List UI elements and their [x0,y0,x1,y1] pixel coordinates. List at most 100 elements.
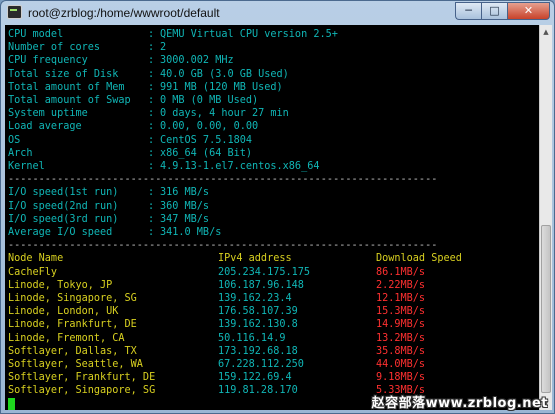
speed-table-row: Softlayer, Seattle, WA 67.228.112.250 44.0… [8,358,538,371]
info-value: x86_64 (64 Bit) [160,147,253,159]
minimize-button[interactable]: ─ [455,2,481,20]
colon-separator: : [148,200,155,212]
download-speed: 15.3MB/s [376,306,426,318]
colon-separator: : [148,187,155,199]
system_info-line: Total size of Disk:40.0 GB (3.0 GB Used) [8,68,538,81]
info-value: 4.9.13-1.el7.centos.x86_64 [160,161,320,172]
vertical-scrollbar[interactable]: ▲ ▼ [539,25,552,410]
window-title: root@zrblog:/home/wwwroot/default [28,6,220,20]
node-name: Softlayer, Seattle, WA [8,359,143,370]
colon-separator: : [148,121,155,133]
terminal-window: root@zrblog:/home/wwwroot/default ─ □ ✕ … [0,0,555,414]
system_info-line: OS: CentOS 7.5.1804 [8,134,538,147]
speed-table-row: Linode, Frankfurt, DE 139.162.130.8 14.9MB… [8,318,538,331]
system_info-line: Load average:0.00, 0.00, 0.00 [8,120,538,133]
ipv4-address: 176.58.107.39 [218,306,298,318]
node-name: Softlayer, Frankfurt, DE [8,372,156,384]
colon-separator: : [148,108,155,120]
node-name: CacheFly [8,266,58,278]
scrollbar-thumb[interactable] [541,225,551,393]
io_tests-line: I/O speed(2nd run):360 MB/s [8,200,538,213]
node-name: Linode, Singapore, SG [8,293,137,304]
info-label: I/O speed(2nd run) [8,200,119,212]
info-value: 3000.002 MHz [160,55,234,67]
system_info-line: Total amount of Swap:0 MB (0 MB Used) [8,94,538,107]
info-label: Kernel [8,161,45,172]
speed-table-header: Node Name IPv4 address Download Speed [8,252,538,265]
putty-terminal-icon [7,5,22,19]
ipv4-address: 173.192.68.18 [218,345,298,357]
info-label: I/O speed(1st run) [8,187,119,199]
header-node-name: Node Name [8,253,64,265]
info-label: I/O speed(3rd run) [8,213,119,225]
info-value: 0 days, 4 hour 27 min [160,108,289,120]
ipv4-address: 159.122.69.4 [218,372,292,384]
info-label: CPU frequency [8,55,88,67]
io_tests-line: I/O speed(1st run):316 MB/s [8,186,538,199]
system_info-line: Total amount of Mem:991 MB (120 MB Used) [8,81,538,94]
header-download-speed: Download Speed [376,253,462,265]
colon-separator: : [148,227,155,238]
info-value: 347 MB/s [160,213,210,225]
ipv4-address: 205.234.175.175 [218,266,311,278]
download-speed: 9.18MB/s [376,372,426,384]
info-value: 341.0 MB/s [160,227,222,238]
colon-separator: : [148,68,155,80]
download-speed: 13.2MB/s [376,332,426,344]
info-value: 991 MB (120 MB Used) [160,81,283,93]
io_tests-line: Average I/O speed:341.0 MB/s [8,226,538,239]
colon-separator: : [148,213,155,225]
speed-table-row: Softlayer, Dallas, TX 173.192.68.18 35.8MB… [8,345,538,358]
colon-separator: : [148,95,155,106]
colon-separator: : [148,161,155,172]
system_info-line: Kernel:4.9.13-1.el7.centos.x86_64 [8,160,538,173]
node-name: Softlayer, Singapore, SG [8,385,156,397]
separator-line: ----------------------------------------… [8,240,438,252]
system_info-line: CPU frequency:3000.002 MHz [8,54,538,67]
colon-separator: : [148,55,155,67]
download-speed: 12.1MB/s [376,293,426,304]
speed-table-row: Softlayer, Frankfurt, DE 159.122.69.4 9.18… [8,371,538,384]
info-value: CentOS 7.5.1804 [160,134,253,146]
info-value: 2 [160,42,167,54]
speed-table-row: Linode, Singapore, SG 139.162.23.4 12.1MB/… [8,292,538,305]
info-label: Total amount of Mem [8,81,125,93]
speed-table-row: Linode, Tokyo, JP 106.187.96.148 2.22MB/s [8,279,538,292]
watermark: 赵容部落www.zrblog.net [371,396,548,411]
node-name: Linode, Frankfurt, DE [8,319,137,331]
download-speed: 86.1MB/s [376,266,426,278]
title-bar[interactable]: root@zrblog:/home/wwwroot/default ─ □ ✕ [1,1,554,25]
system_info-line: CPU model: QEMU Virtual CPU version 2.5+ [8,28,538,41]
io_tests-line: I/O speed(3rd run):347 MB/s [8,213,538,226]
maximize-button[interactable]: □ [481,2,507,20]
scroll-up-arrow-icon[interactable]: ▲ [540,25,552,39]
ipv4-address: 139.162.23.4 [218,293,292,304]
terminal-cursor [8,397,15,410]
terminal-output[interactable]: CPU model: QEMU Virtual CPU version 2.5+ N… [5,25,539,410]
separator-line: ----------------------------------------… [8,174,438,186]
info-label: CPU model [8,29,64,40]
ipv4-address: 106.187.96.148 [218,279,304,291]
download-speed: 35.8MB/s [376,345,426,357]
info-label: Total amount of Swap [8,95,131,106]
info-label: OS [8,134,21,146]
window-controls: ─ □ ✕ [455,2,550,20]
ipv4-address: 67.228.112.250 [218,359,304,370]
colon-separator: : [148,81,155,93]
system_info-line: System uptime:0 days, 4 hour 27 min [8,107,538,120]
info-value: 40.0 GB (3.0 GB Used) [160,68,289,80]
download-speed: 2.22MB/s [376,279,426,291]
info-value: 316 MB/s [160,187,210,199]
ipv4-address: 119.81.28.170 [218,385,298,397]
colon-separator: : [148,42,155,54]
speed-table-row: Linode, Fremont, CA 50.116.14.9 13.2MB/s [8,332,538,345]
info-label: Average I/O speed [8,227,113,238]
info-value: 360 MB/s [160,200,210,212]
download-speed: 14.9MB/s [376,319,426,331]
ipv4-address: 139.162.130.8 [218,319,298,331]
node-name: Linode, London, UK [8,306,119,318]
info-value: 0 MB (0 MB Used) [160,95,259,106]
node-name: Softlayer, Dallas, TX [8,345,137,357]
ipv4-address: 50.116.14.9 [218,332,286,344]
close-button[interactable]: ✕ [507,2,550,20]
